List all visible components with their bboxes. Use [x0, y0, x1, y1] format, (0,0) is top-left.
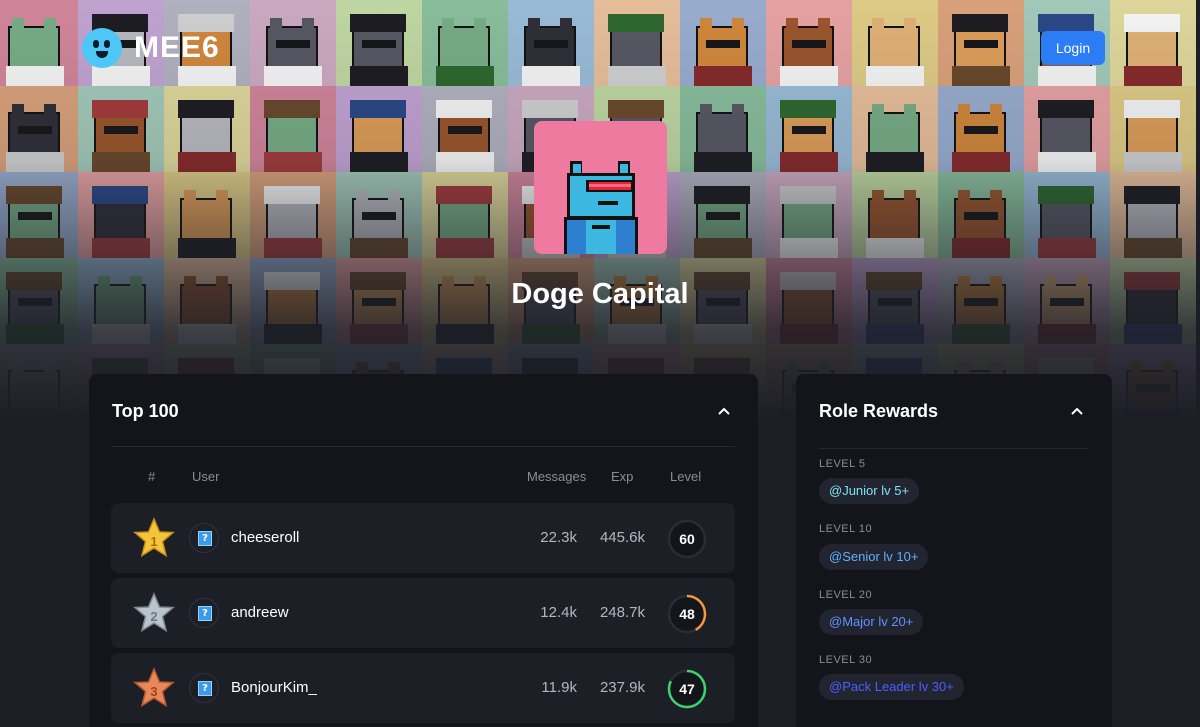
role-tag: @Junior lv 5+ — [819, 478, 920, 504]
avatar: ? — [189, 598, 219, 628]
role-tag: @Senior lv 10+ — [819, 544, 929, 570]
role-level-label: LEVEL 5 — [819, 458, 866, 470]
level-number: 60 — [679, 531, 695, 547]
logo-text: MEE6 — [134, 31, 220, 64]
level-number: 48 — [679, 606, 695, 622]
server-name: Doge Capital — [511, 278, 689, 310]
mee6-face-icon — [82, 28, 122, 68]
role-level-label: LEVEL 30 — [819, 654, 873, 666]
role-rewards-panel: Role Rewards LEVEL 5 @Junior lv 5+ LEVEL… — [796, 374, 1112, 727]
mee6-logo[interactable]: MEE6 — [82, 28, 220, 68]
leaderboard-row[interactable]: 3 ? BonjourKim_ 11.9k 237.9k 47 — [111, 653, 735, 723]
role-rewards-divider — [819, 448, 1089, 449]
col-head-rank: # — [148, 469, 156, 484]
leaderboard-divider — [111, 446, 735, 447]
leaderboard-title: Top 100 — [112, 401, 179, 421]
leaderboard-row[interactable]: 2 ? andreew 12.4k 248.7k 48 — [111, 578, 735, 648]
username[interactable]: BonjourKim_ — [231, 679, 317, 696]
chevron-up-icon[interactable] — [717, 404, 731, 418]
level-number: 47 — [679, 681, 695, 697]
gold-star-icon: 1 — [133, 517, 175, 558]
avatar: ? — [189, 523, 219, 553]
rank-number: 1 — [150, 534, 157, 549]
server-avatar — [534, 121, 667, 254]
login-button[interactable]: Login — [1041, 31, 1105, 65]
bronze-star-icon: 3 — [133, 667, 175, 708]
role-level-label: LEVEL 20 — [819, 589, 873, 601]
leaderboard-panel: Top 100 # User Messages Exp Level 1 ? ch… — [89, 374, 758, 727]
exp-value: 248.7k — [599, 604, 645, 621]
role-level-label: LEVEL 10 — [819, 523, 873, 535]
role-tag: @Pack Leader lv 30+ — [819, 674, 964, 700]
exp-value: 445.6k — [599, 529, 645, 546]
col-head-exp: Exp — [611, 469, 634, 484]
messages-count: 22.3k — [540, 529, 577, 546]
exp-value: 237.9k — [599, 679, 645, 696]
default-avatar-icon: ? — [198, 531, 212, 546]
leaderboard-row[interactable]: 1 ? cheeseroll 22.3k 445.6k 60 — [111, 503, 735, 573]
default-avatar-icon: ? — [198, 606, 212, 621]
chevron-up-icon[interactable] — [1070, 404, 1084, 418]
rank-number: 2 — [150, 609, 157, 624]
col-head-user: User — [192, 469, 220, 484]
rank-number: 3 — [150, 684, 157, 699]
messages-count: 11.9k — [541, 679, 577, 696]
col-head-level: Level — [670, 469, 702, 484]
role-tag: @Major lv 20+ — [819, 609, 924, 635]
username[interactable]: cheeseroll — [231, 529, 299, 546]
silver-star-icon: 2 — [133, 592, 175, 633]
messages-count: 12.4k — [540, 604, 577, 621]
default-avatar-icon: ? — [198, 681, 212, 696]
avatar: ? — [189, 673, 219, 703]
col-head-messages: Messages — [527, 469, 587, 484]
role-rewards-title: Role Rewards — [819, 401, 939, 421]
username[interactable]: andreew — [231, 604, 289, 621]
pixel-cat-icon — [564, 161, 638, 254]
